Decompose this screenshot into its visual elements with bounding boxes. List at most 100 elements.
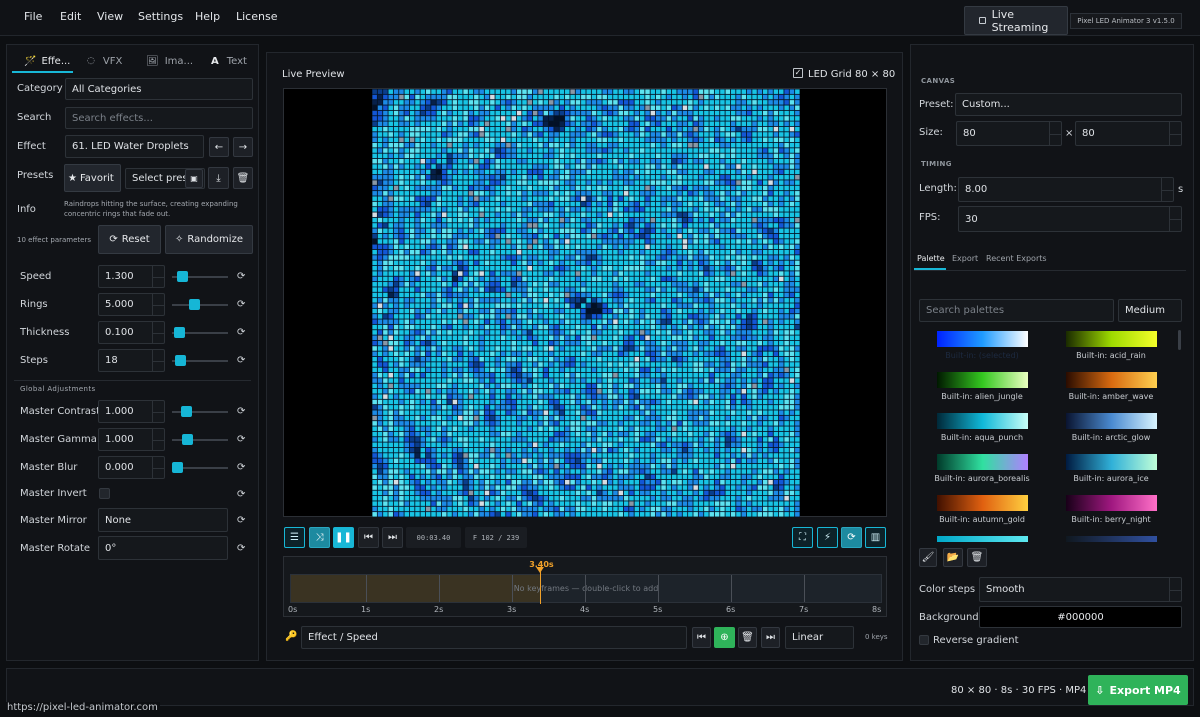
menu-view[interactable]: View <box>97 10 123 23</box>
tab-text[interactable]: A Text <box>211 50 247 72</box>
canvas-width-input[interactable]: 80 <box>956 121 1062 146</box>
stepper[interactable] <box>1169 207 1181 231</box>
palette-search-input[interactable]: Search palettes <box>919 299 1114 322</box>
skip-start-button[interactable]: ⏮ <box>358 527 379 548</box>
tab-image[interactable]: 🖼 Ima... <box>146 50 193 72</box>
category-select[interactable]: All Categories <box>65 78 253 100</box>
delete-palette-button[interactable]: 🗑 <box>967 548 987 567</box>
stepper[interactable] <box>1161 178 1173 201</box>
length-input[interactable]: 8.00 <box>958 177 1174 202</box>
stepper[interactable] <box>1169 122 1181 145</box>
plug-button[interactable]: ⚡ <box>817 527 838 548</box>
global-param-slider[interactable] <box>172 406 228 417</box>
param-input[interactable]: 1.300 <box>98 265 165 288</box>
menu-file[interactable]: File <box>24 10 42 23</box>
live-streaming-button[interactable]: Live Streaming <box>964 6 1068 35</box>
palette-scrollbar[interactable] <box>1178 330 1181 350</box>
led-grid-checkbox[interactable]: ✓ <box>793 68 803 78</box>
open-palette-button[interactable]: 📂 <box>943 548 963 567</box>
invert-checkbox[interactable] <box>99 488 110 499</box>
refresh-icon[interactable]: ⟳ <box>237 271 245 282</box>
color-steps-select[interactable]: Smooth <box>979 577 1182 602</box>
refresh-icon[interactable]: ⟳ <box>237 462 245 473</box>
shuffle-button[interactable]: ⤨ <box>309 527 330 548</box>
slider-thumb[interactable] <box>176 271 188 282</box>
canvas-height-input[interactable]: 80 <box>1075 121 1182 146</box>
skip-end-button[interactable]: ⏭ <box>382 527 403 548</box>
refresh-icon[interactable]: ⟳ <box>237 489 245 500</box>
tab-palette[interactable]: Palette <box>917 254 945 263</box>
palette-swatch[interactable] <box>1066 495 1157 511</box>
slider-thumb[interactable] <box>172 462 183 473</box>
download-preset-button[interactable]: ⤓ <box>208 167 229 189</box>
track-select[interactable]: Effect / Speed <box>301 626 687 649</box>
save-preset-button[interactable]: ▣ <box>185 169 203 188</box>
background-color-input[interactable]: #000000 <box>979 606 1182 628</box>
add-keyframe-button[interactable]: ⊕ <box>714 627 735 648</box>
global-param-input[interactable]: 0.000 <box>98 456 165 479</box>
refresh-icon[interactable]: ⟳ <box>237 515 245 526</box>
global-param-slider[interactable] <box>172 462 228 473</box>
swatch-size-select[interactable]: Medium <box>1118 299 1182 322</box>
refresh-icon[interactable]: ⟳ <box>237 434 245 445</box>
param-slider[interactable] <box>172 327 228 338</box>
global-param-slider[interactable] <box>172 434 228 445</box>
param-input[interactable]: 5.000 <box>98 293 165 316</box>
param-slider[interactable] <box>172 271 228 282</box>
slider-thumb[interactable] <box>189 299 201 310</box>
menu-toggle-button[interactable]: ☰ <box>284 527 305 548</box>
split-view-button[interactable]: ▥ <box>865 527 886 548</box>
slider-thumb[interactable] <box>175 355 187 366</box>
stepper[interactable] <box>152 429 164 450</box>
preview-canvas[interactable] <box>283 88 887 517</box>
export-mp4-button[interactable]: ⇩ Export MP4 <box>1088 675 1188 705</box>
stepper[interactable] <box>152 401 164 422</box>
reset-button[interactable]: ⟳ Reset <box>98 225 161 254</box>
stepper[interactable] <box>152 322 164 343</box>
next-keyframe-button[interactable]: ⏭ <box>761 627 780 648</box>
param-slider[interactable] <box>172 299 228 310</box>
loop-button[interactable]: ⟳ <box>841 527 862 548</box>
randomize-button[interactable]: ✧ Randomize <box>165 225 253 254</box>
canvas-preset-select[interactable]: Custom... <box>955 93 1182 116</box>
refresh-icon[interactable]: ⟳ <box>237 327 245 338</box>
refresh-icon[interactable]: ⟳ <box>237 543 245 554</box>
favorite-button[interactable]: ★ Favorit <box>64 164 121 192</box>
menu-help[interactable]: Help <box>195 10 220 23</box>
global-param-input[interactable]: 1.000 <box>98 428 165 451</box>
mirror-select[interactable]: None <box>98 508 228 532</box>
stepper[interactable] <box>1169 578 1181 601</box>
tab-effects[interactable]: 🪄 Effe... <box>24 50 70 72</box>
stepper[interactable] <box>152 350 164 371</box>
menu-settings[interactable]: Settings <box>138 10 183 23</box>
pause-button[interactable]: ❚❚ <box>333 527 354 548</box>
tab-export[interactable]: Export <box>952 254 978 263</box>
import-palette-button[interactable]: 🖌 <box>919 548 937 567</box>
delete-preset-button[interactable]: 🗑 <box>233 167 253 189</box>
palette-swatch[interactable] <box>937 413 1028 429</box>
rotate-select[interactable]: 0° <box>98 536 228 560</box>
palette-swatch[interactable] <box>1066 331 1157 347</box>
effect-select[interactable]: 61. LED Water Droplets <box>65 135 204 158</box>
keyframe-timeline[interactable]: 3.40s No keyframes — double-click to add… <box>283 556 887 617</box>
slider-thumb[interactable] <box>174 327 186 338</box>
slider-thumb[interactable] <box>181 434 193 445</box>
search-effects-input[interactable]: Search effects... <box>65 107 253 129</box>
palette-swatch[interactable] <box>1066 413 1157 429</box>
stepper[interactable] <box>152 457 164 478</box>
palette-swatch[interactable] <box>937 454 1028 470</box>
param-input[interactable]: 18 <box>98 349 165 372</box>
param-slider[interactable] <box>172 355 228 366</box>
refresh-icon[interactable]: ⟳ <box>237 299 245 310</box>
fullscreen-button[interactable]: ⛶ <box>792 527 813 548</box>
palette-swatch[interactable] <box>937 495 1028 511</box>
palette-swatch[interactable] <box>937 372 1028 388</box>
fps-input[interactable]: 30 <box>958 206 1182 232</box>
reverse-gradient-checkbox[interactable] <box>919 635 929 645</box>
menu-license[interactable]: License <box>236 10 277 23</box>
param-input[interactable]: 0.100 <box>98 321 165 344</box>
palette-swatch[interactable] <box>1066 454 1157 470</box>
palette-swatch[interactable] <box>937 331 1028 347</box>
palette-swatch[interactable] <box>1066 372 1157 388</box>
interpolation-select[interactable]: Linear <box>785 626 854 649</box>
